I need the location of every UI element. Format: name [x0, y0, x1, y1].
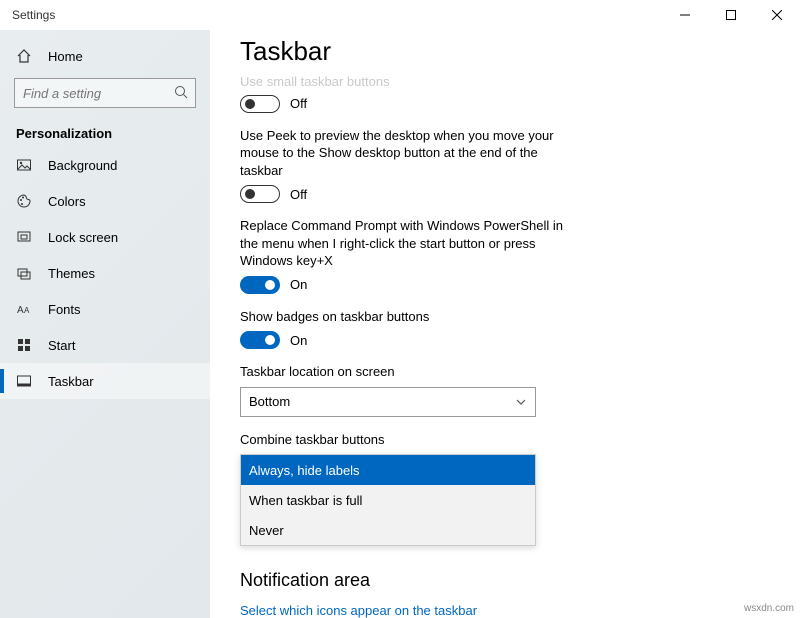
sidebar-item-background[interactable]: Background	[0, 147, 210, 183]
combine-option-never[interactable]: Never	[241, 515, 535, 545]
powershell-label: Replace Command Prompt with Windows Powe…	[240, 217, 580, 270]
svg-text:A: A	[24, 306, 30, 315]
sidebar: Home Personalization Background Colors	[0, 30, 210, 618]
lockscreen-icon	[16, 229, 32, 245]
small-buttons-state: Off	[290, 96, 307, 111]
notification-heading: Notification area	[240, 570, 770, 591]
small-buttons-toggle[interactable]	[240, 95, 280, 113]
sidebar-item-fonts[interactable]: AA Fonts	[0, 291, 210, 327]
window-controls	[662, 0, 800, 30]
sidebar-item-start[interactable]: Start	[0, 327, 210, 363]
sidebar-item-themes[interactable]: Themes	[0, 255, 210, 291]
section-label: Personalization	[0, 116, 210, 147]
sidebar-item-lockscreen[interactable]: Lock screen	[0, 219, 210, 255]
themes-icon	[16, 265, 32, 281]
sidebar-item-label: Background	[48, 158, 117, 173]
powershell-toggle[interactable]	[240, 276, 280, 294]
picture-icon	[16, 157, 32, 173]
attribution: wsxdn.com	[744, 603, 794, 614]
combine-label: Combine taskbar buttons	[240, 431, 580, 449]
maximize-button[interactable]	[708, 0, 754, 30]
svg-text:A: A	[17, 305, 24, 316]
chevron-down-icon	[515, 396, 527, 408]
location-select[interactable]: Bottom	[240, 387, 536, 417]
badges-label: Show badges on taskbar buttons	[240, 308, 580, 326]
sidebar-item-colors[interactable]: Colors	[0, 183, 210, 219]
combine-option-always[interactable]: Always, hide labels	[241, 455, 535, 485]
minimize-button[interactable]	[662, 0, 708, 30]
home-label: Home	[48, 49, 83, 64]
palette-icon	[16, 193, 32, 209]
badges-toggle[interactable]	[240, 331, 280, 349]
search-input[interactable]	[14, 78, 196, 108]
peek-label: Use Peek to preview the desktop when you…	[240, 127, 580, 180]
search-box[interactable]	[14, 78, 196, 108]
fonts-icon: AA	[16, 301, 32, 317]
link-select-icons[interactable]: Select which icons appear on the taskbar	[240, 603, 770, 618]
combine-option-whenfull[interactable]: When taskbar is full	[241, 485, 535, 515]
home-button[interactable]: Home	[0, 38, 210, 74]
search-icon	[174, 85, 188, 99]
sidebar-item-label: Start	[48, 338, 75, 353]
sidebar-item-label: Themes	[48, 266, 95, 281]
start-icon	[16, 337, 32, 353]
peek-state: Off	[290, 187, 307, 202]
small-buttons-label: Use small taskbar buttons	[240, 73, 580, 91]
sidebar-item-label: Taskbar	[48, 374, 94, 389]
sidebar-item-label: Lock screen	[48, 230, 118, 245]
home-icon	[16, 48, 32, 64]
powershell-state: On	[290, 277, 307, 292]
sidebar-item-label: Colors	[48, 194, 86, 209]
location-label: Taskbar location on screen	[240, 363, 580, 381]
content: Taskbar Use small taskbar buttons Off Us…	[210, 30, 800, 618]
sidebar-item-taskbar[interactable]: Taskbar	[0, 363, 210, 399]
badges-state: On	[290, 333, 307, 348]
close-button[interactable]	[754, 0, 800, 30]
combine-dropdown[interactable]: Always, hide labels When taskbar is full…	[240, 454, 536, 546]
page-title: Taskbar	[240, 36, 770, 67]
location-value: Bottom	[249, 394, 290, 409]
window-title: Settings	[12, 8, 55, 22]
sidebar-item-label: Fonts	[48, 302, 81, 317]
taskbar-icon	[16, 373, 32, 389]
peek-toggle[interactable]	[240, 185, 280, 203]
